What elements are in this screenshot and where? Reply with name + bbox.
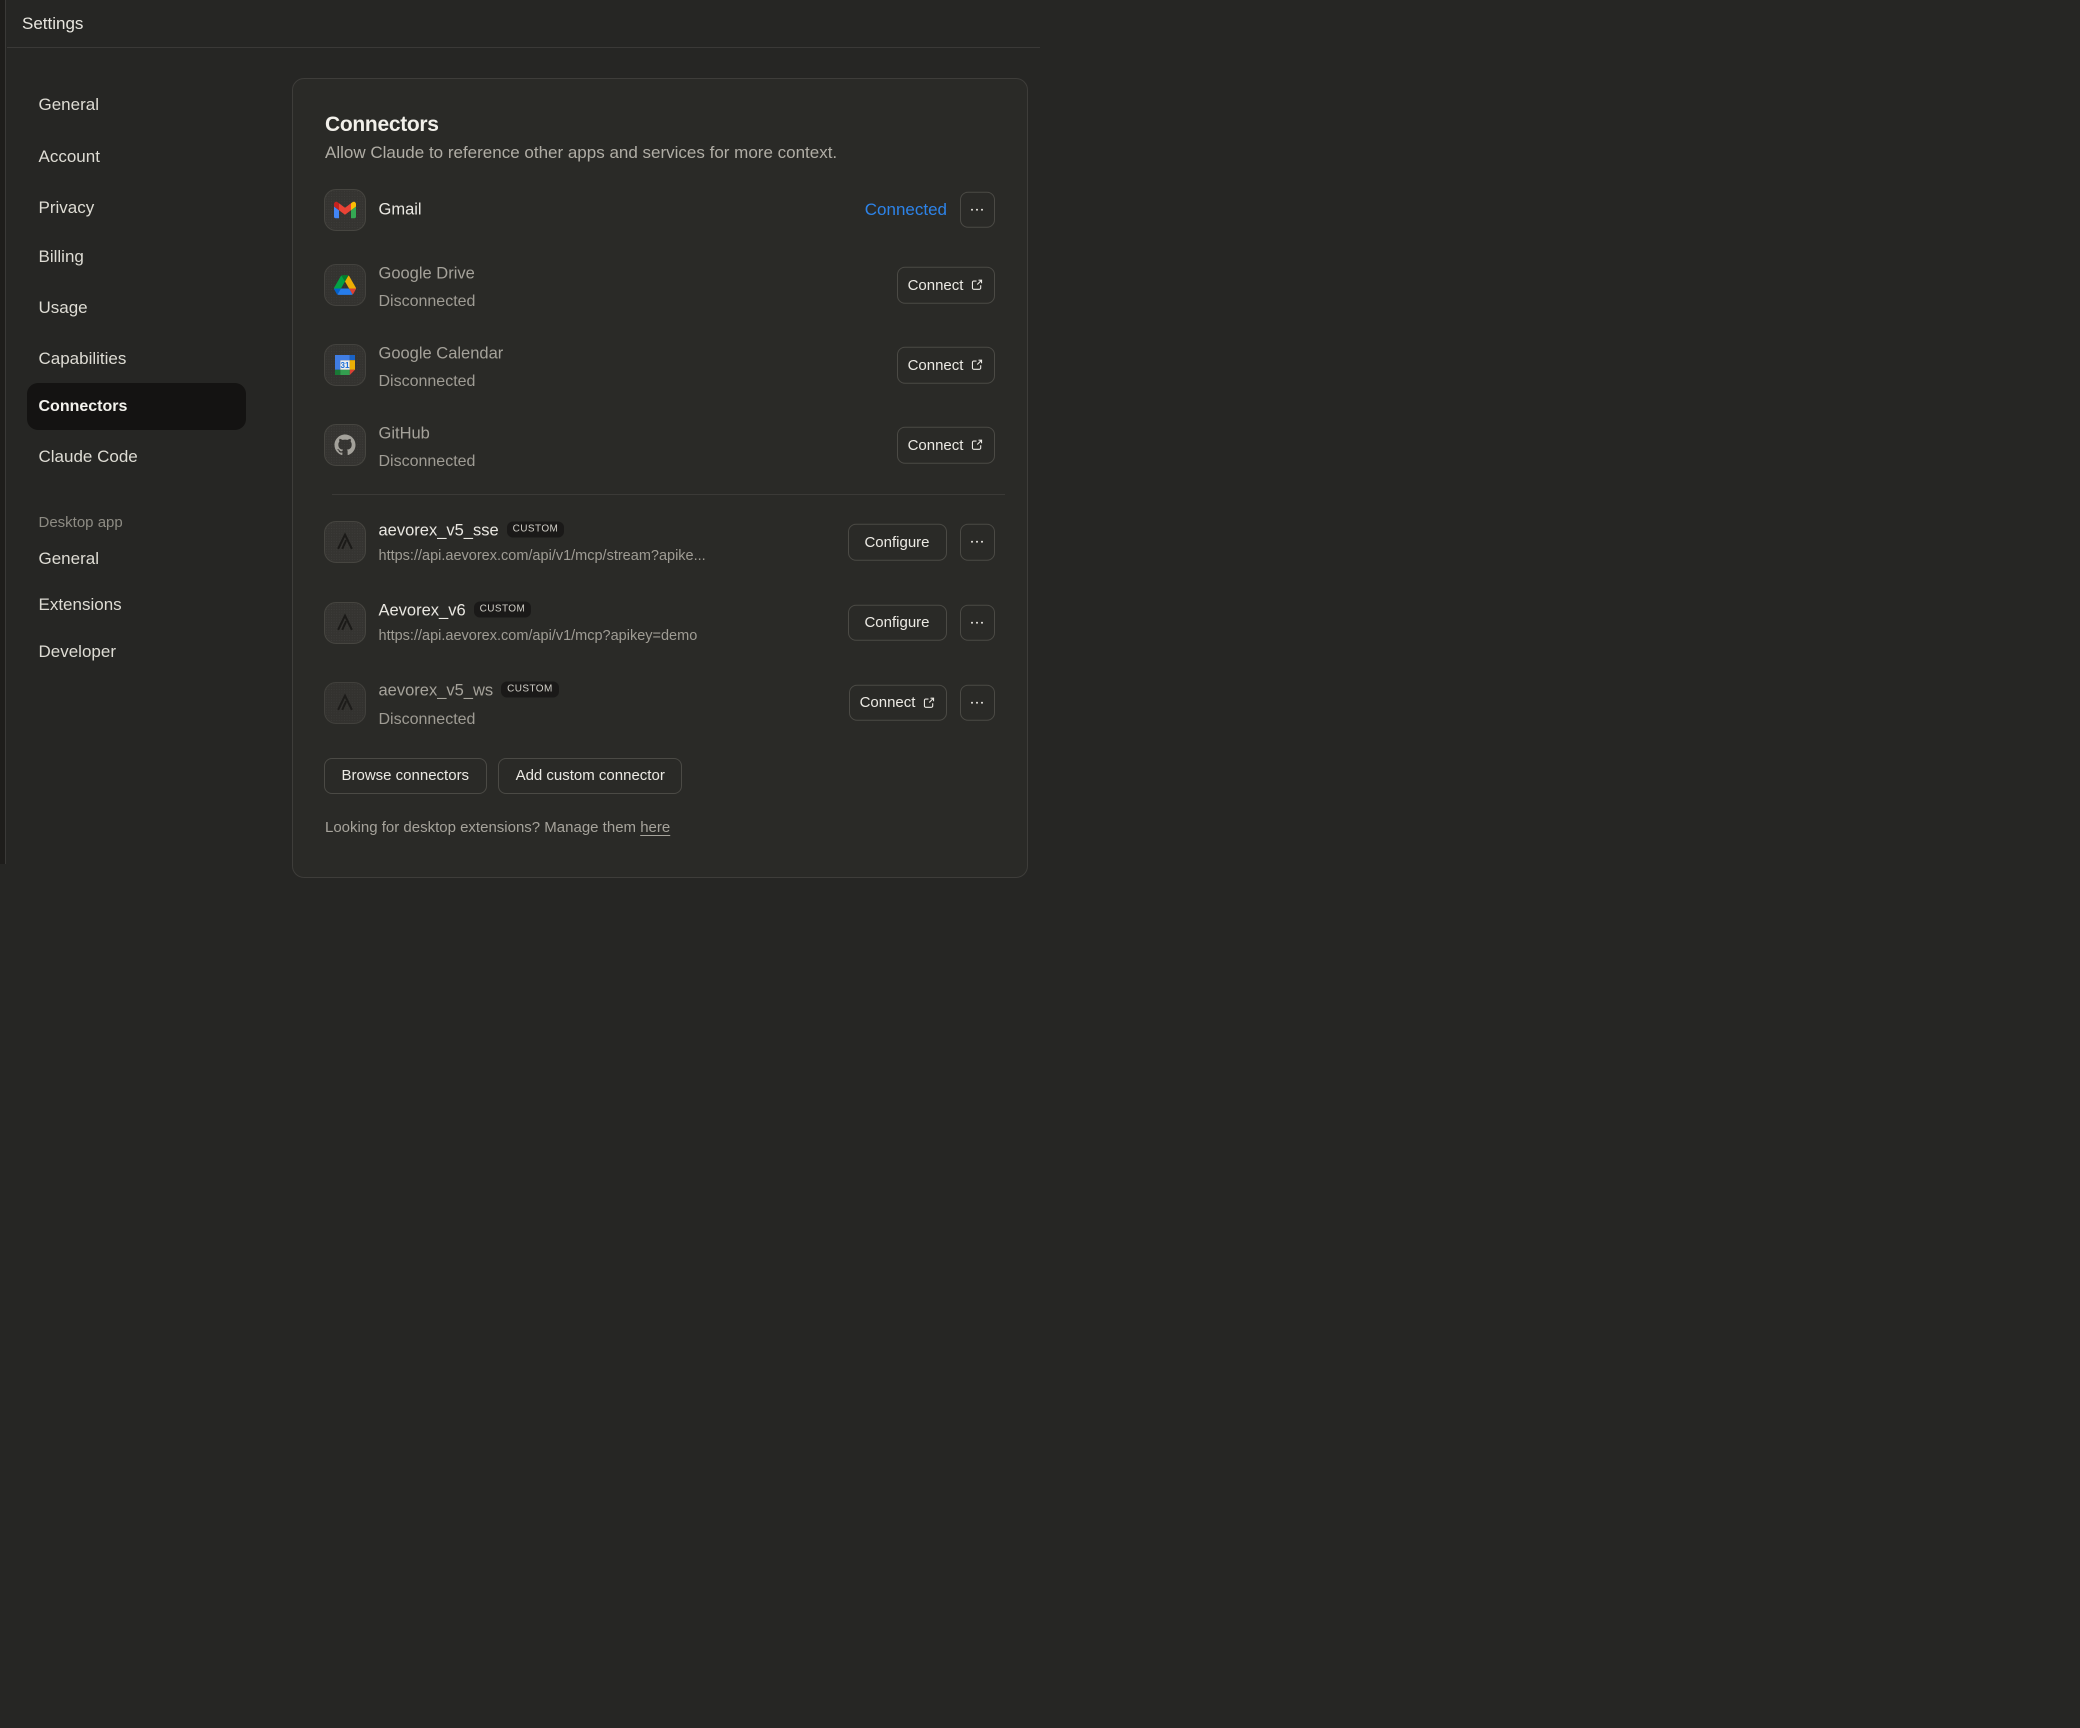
svg-text:31: 31 bbox=[341, 361, 350, 370]
